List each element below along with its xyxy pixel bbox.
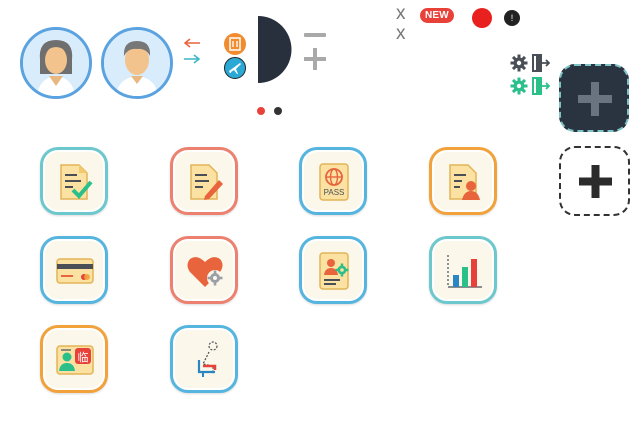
- tile-edit-document[interactable]: [170, 147, 238, 215]
- exit-icon[interactable]: [532, 54, 550, 72]
- add-button[interactable]: [559, 146, 630, 216]
- page-dot-active[interactable]: [257, 107, 265, 115]
- health-settings-icon: [187, 257, 223, 287]
- avatar-female-icon: [23, 30, 89, 96]
- avatar-female[interactable]: [20, 27, 92, 99]
- info-icon[interactable]: !: [504, 10, 520, 26]
- person-document-icon: [449, 164, 480, 200]
- avatar-male-icon: [104, 30, 170, 96]
- building-button[interactable]: [224, 33, 246, 55]
- interpreter-icon: 临: [56, 345, 94, 375]
- building-icon: [229, 37, 241, 51]
- avatar-male[interactable]: [101, 27, 173, 99]
- new-badge: NEW: [420, 8, 454, 23]
- gear-icon[interactable]: [510, 77, 528, 95]
- interpreter-label: 临: [78, 350, 89, 364]
- tile-checklist-document[interactable]: [40, 147, 108, 215]
- tile-bar-chart[interactable]: [429, 236, 497, 304]
- passport-label: PASS: [324, 188, 345, 197]
- tile-passport[interactable]: PASS: [299, 147, 367, 215]
- plane-icon: [229, 63, 241, 74]
- arrow-right-icon[interactable]: [183, 53, 201, 65]
- close-icon[interactable]: x: [396, 24, 406, 43]
- tile-credit-card[interactable]: [40, 236, 108, 304]
- minus-icon[interactable]: [304, 33, 326, 37]
- tile-interpreter[interactable]: 临: [40, 325, 108, 393]
- checklist-document-icon: [60, 164, 93, 200]
- arrow-left-icon[interactable]: [183, 37, 201, 49]
- page-dot[interactable]: [274, 107, 282, 115]
- plus-icon[interactable]: [304, 48, 326, 70]
- edit-document-icon: [190, 164, 223, 200]
- tile-person-document[interactable]: [429, 147, 497, 215]
- plus-icon: [579, 165, 612, 198]
- plane-button[interactable]: [224, 57, 246, 79]
- record-button[interactable]: [472, 8, 492, 28]
- add-button-dark[interactable]: [559, 64, 629, 132]
- half-circle-shape: [258, 16, 292, 83]
- credit-card-icon: [56, 258, 94, 284]
- close-icon[interactable]: x: [396, 4, 406, 23]
- gear-icon[interactable]: [510, 54, 528, 72]
- tile-health-settings[interactable]: [170, 236, 238, 304]
- plus-icon: [578, 82, 612, 116]
- bar-chart-icon: [447, 255, 482, 288]
- profile-settings-icon: [319, 252, 349, 290]
- passport-icon: PASS: [319, 163, 349, 201]
- exit-icon[interactable]: [532, 77, 550, 95]
- seat-icon: [197, 341, 218, 377]
- tile-seat[interactable]: [170, 325, 238, 393]
- tile-profile-settings[interactable]: [299, 236, 367, 304]
